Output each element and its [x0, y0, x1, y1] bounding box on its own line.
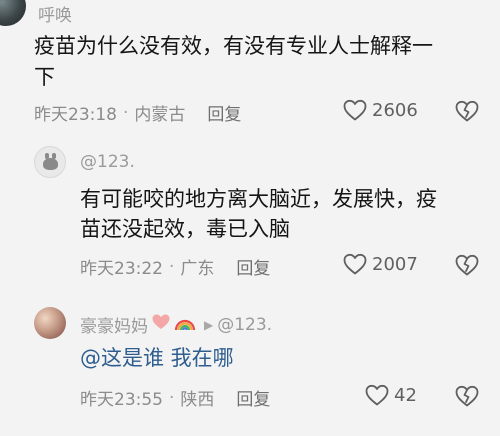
like-count: 2606 — [372, 99, 418, 121]
username[interactable]: 呼唤 — [38, 1, 72, 26]
separator: · — [169, 256, 175, 277]
like-count: 42 — [394, 384, 417, 406]
comment-meta: 昨天23:18 · 内蒙古 回复 — [34, 100, 241, 126]
avatar[interactable] — [34, 146, 66, 178]
reply-target[interactable]: @123. — [217, 315, 272, 335]
comment-text-line: 下 — [34, 65, 55, 89]
reply-header: 豪豪妈妈 ▶ @123. — [80, 312, 272, 337]
like-button[interactable]: 42 — [364, 383, 417, 407]
like-button[interactable]: 2007 — [342, 252, 418, 276]
timestamp: 昨天23:55 — [80, 390, 163, 410]
location: 内蒙古 — [134, 105, 186, 125]
comment-text-line: 苗还没起效，毒已入脑 — [80, 217, 290, 241]
like-button[interactable]: 2606 — [342, 98, 418, 122]
broken-heart-icon[interactable] — [454, 253, 480, 277]
comment-thread: 呼唤 疫苗为什么没有效，有没有专业人士解释一 下 昨天23:18 · 内蒙古 回… — [0, 0, 500, 436]
avatar[interactable] — [0, 0, 26, 26]
reply-button[interactable]: 回复 — [236, 254, 270, 279]
comment-text-line: 有可能咬的地方离大脑近，发展快，疫 — [80, 187, 437, 211]
heart-outline-icon — [365, 384, 389, 406]
broken-heart-icon[interactable] — [454, 99, 480, 123]
timestamp: 昨天23:22 — [80, 259, 163, 279]
avatar[interactable] — [34, 307, 66, 339]
comment-meta: 昨天23:22 · 广东 回复 — [80, 254, 270, 280]
heart-outline-icon — [343, 99, 367, 121]
username[interactable]: 豪豪妈妈 — [80, 312, 148, 337]
comment-meta: 昨天23:55 · 陕西 回复 — [80, 385, 270, 411]
comment-text-line: 疫苗为什么没有效，有没有专业人士解释一 — [34, 34, 433, 58]
separator: · — [123, 102, 129, 123]
comment-text-line[interactable]: @这是谁 我在哪 — [80, 342, 234, 374]
location: 陕西 — [180, 390, 215, 410]
timestamp: 昨天23:18 — [34, 105, 117, 125]
like-count: 2007 — [372, 253, 418, 275]
play-arrow-icon: ▶ — [204, 317, 214, 332]
pet-avatar-image — [43, 153, 58, 170]
username[interactable]: @123. — [80, 152, 135, 172]
location: 广东 — [180, 259, 215, 279]
heart-outline-icon — [343, 253, 367, 275]
separator: · — [169, 387, 175, 408]
reply-button[interactable]: 回复 — [207, 100, 241, 125]
broken-heart-icon[interactable] — [454, 384, 480, 408]
rainbow-emoji-icon — [174, 313, 196, 336]
heart-emoji-icon — [151, 313, 171, 336]
reply-button[interactable]: 回复 — [236, 385, 270, 410]
